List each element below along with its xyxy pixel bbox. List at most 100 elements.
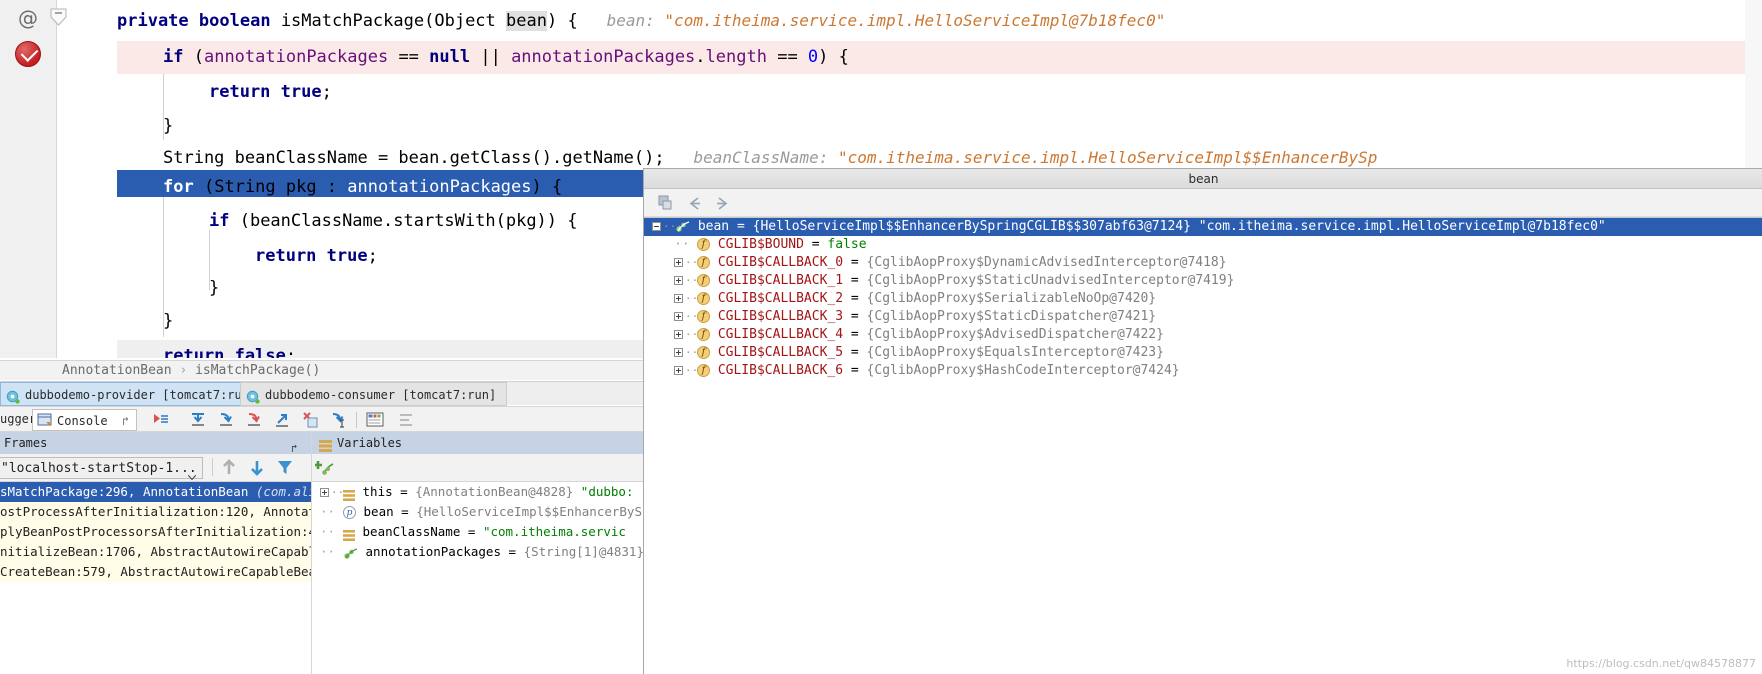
breadcrumb-class[interactable]: AnnotationBean: [62, 363, 172, 378]
forward-arrow-icon[interactable]: [712, 194, 732, 213]
console-tab-label: Console: [57, 414, 108, 428]
filter-icon[interactable]: [276, 458, 294, 477]
expand-icon[interactable]: [674, 276, 683, 285]
code-line[interactable]: return false;: [163, 340, 296, 358]
editor-fold-gutter[interactable]: [57, 0, 117, 358]
frame-row[interactable]: CreateBean:579, AbstractAutowireCapableB…: [0, 562, 311, 582]
popup-tree-body[interactable]: ··· bean = {HelloServiceImpl$$EnhancerBy…: [644, 217, 1762, 674]
frame-row[interactable]: ostProcessAfterInitialization:120, Annot…: [0, 502, 311, 522]
pin-icon[interactable]: ↱: [291, 438, 303, 455]
variable-value: {AnnotationBean@4828}: [415, 484, 574, 499]
expand-icon[interactable]: [674, 366, 683, 375]
code-token: getClass: [449, 148, 532, 168]
code-token: true: [326, 246, 368, 266]
console-tab[interactable]: Console ↱: [32, 409, 137, 431]
field-icon: f: [697, 274, 710, 287]
expand-icon[interactable]: [674, 330, 683, 339]
run-tab-provider[interactable]: dubbodemo-provider [tomcat7:run]: [0, 382, 268, 406]
step-over-icon[interactable]: [189, 411, 207, 429]
popup-toolbar[interactable]: [644, 190, 1762, 217]
thread-selector[interactable]: "localhost-startStop-1...: [0, 457, 203, 481]
code-token: annotationPackages: [203, 47, 389, 67]
breadcrumb-method[interactable]: isMatchPackage(): [195, 363, 320, 378]
verified-breakpoint-icon[interactable]: [15, 41, 41, 67]
code-line[interactable]: }: [163, 110, 173, 143]
code-line[interactable]: }: [163, 305, 173, 338]
expand-icon[interactable]: [674, 348, 683, 357]
expand-icon[interactable]: [320, 488, 329, 497]
variable-row[interactable]: ·· this = {AnnotationBean@4828} "dubbo:: [312, 482, 644, 502]
equals-sign: =: [843, 255, 867, 270]
show-execution-point-icon[interactable]: [152, 411, 170, 429]
frame-text: sMatchPackage:296, AnnotationBean: [0, 484, 256, 499]
drop-frame-icon[interactable]: [301, 411, 319, 429]
tree-row[interactable]: ···f CGLIB$CALLBACK_4 = {CglibAopProxy$A…: [644, 326, 1762, 344]
pane-splitter[interactable]: [311, 432, 312, 674]
frames-list[interactable]: sMatchPackage:296, AnnotationBean (com.a…: [0, 482, 311, 674]
step-out-icon[interactable]: [273, 411, 291, 429]
expand-icon[interactable]: [674, 294, 683, 303]
code-line[interactable]: for (String pkg : annotationPackages) {: [163, 171, 562, 204]
code-token: if: [209, 211, 230, 231]
watermark: https://blog.csdn.net/qw84578877: [1566, 657, 1756, 670]
code-token: (: [424, 11, 435, 31]
variables-list[interactable]: ·· this = {AnnotationBean@4828} "dubbo: ·…: [311, 482, 644, 674]
variable-row[interactable]: ·· p bean = {HelloServiceImpl$$EnhancerB…: [312, 502, 644, 522]
back-arrow-icon[interactable]: [685, 194, 705, 213]
code-token: private: [117, 11, 189, 31]
tree-connector: ··: [320, 544, 336, 559]
code-fold-marker-icon[interactable]: [50, 8, 67, 27]
variable-value: {HelloServiceImpl$$EnhancerBySpringCGLIB…: [752, 219, 1191, 234]
tree-row[interactable]: ··· bean = {HelloServiceImpl$$EnhancerBy…: [644, 218, 1762, 236]
tree-row[interactable]: ·· f CGLIB$BOUND = false: [644, 236, 1762, 254]
collapse-icon[interactable]: [652, 222, 661, 231]
code-line[interactable]: return true;: [255, 240, 378, 273]
frames-controls[interactable]: "localhost-startStop-1...: [0, 454, 311, 482]
tree-connector: ··: [320, 504, 336, 519]
tree-row[interactable]: ···f CGLIB$CALLBACK_5 = {CglibAopProxy$E…: [644, 344, 1762, 362]
add-watch-icon[interactable]: [315, 457, 335, 477]
run-tab-consumer[interactable]: dubbodemo-consumer [tomcat7:run]: [240, 382, 508, 406]
expand-icon[interactable]: [674, 258, 683, 267]
frame-row[interactable]: sMatchPackage:296, AnnotationBean (com.a…: [0, 482, 311, 502]
frame-package: (com.ali: [255, 484, 311, 499]
gear-icon: [6, 388, 20, 404]
force-step-into-icon[interactable]: [245, 411, 263, 429]
code-line[interactable]: return true;: [209, 76, 332, 109]
expand-icon[interactable]: [674, 312, 683, 321]
debugger-tab-label[interactable]: ugger: [0, 412, 36, 426]
tree-row[interactable]: ···f CGLIB$CALLBACK_2 = {CglibAopProxy$S…: [644, 290, 1762, 308]
settings-icon[interactable]: [398, 411, 416, 429]
up-arrow-icon[interactable]: [220, 458, 238, 477]
evaluate-expression-icon[interactable]: [366, 411, 384, 429]
step-into-icon[interactable]: [217, 411, 235, 429]
annotation-marker-icon[interactable]: @: [16, 6, 40, 30]
code-token: true: [280, 82, 322, 102]
code-line[interactable]: if (beanClassName.startsWith(pkg)) {: [209, 205, 578, 238]
variable-value: {CglibAopProxy$DynamicAdvisedInterceptor…: [866, 255, 1227, 270]
tree-connector: ···: [685, 310, 705, 323]
code-token: ||: [470, 47, 512, 67]
debugger-toolbar[interactable]: ugger Console ↱: [0, 406, 643, 432]
copy-value-icon[interactable]: [656, 194, 676, 213]
tree-row[interactable]: ···f CGLIB$CALLBACK_0 = {CglibAopProxy$D…: [644, 254, 1762, 272]
code-token: {: [557, 11, 578, 31]
variable-row[interactable]: ·· annotationPackages = {String[1]@4831}: [312, 542, 644, 562]
code-line[interactable]: private boolean isMatchPackage(Object be…: [117, 4, 1165, 37]
run-to-cursor-icon[interactable]: [329, 411, 347, 429]
frame-row[interactable]: nitializeBean:1706, AbstractAutowireCapa…: [0, 542, 311, 562]
tree-row[interactable]: ···f CGLIB$CALLBACK_1 = {CglibAopProxy$S…: [644, 272, 1762, 290]
tree-row[interactable]: ···f CGLIB$CALLBACK_3 = {CglibAopProxy$S…: [644, 308, 1762, 326]
code-token: return: [209, 82, 271, 102]
run-configuration-tabs[interactable]: dubbodemo-provider [tomcat7:run] dubbode…: [0, 381, 643, 406]
frame-row[interactable]: plyBeanPostProcessorsAfterInitialization…: [0, 522, 311, 542]
code-line[interactable]: if (annotationPackages == null || annota…: [163, 41, 849, 74]
down-arrow-icon[interactable]: [248, 458, 266, 477]
variables-pane-header: Variables: [311, 432, 643, 454]
code-line[interactable]: }: [209, 272, 219, 305]
tree-row[interactable]: ···f CGLIB$CALLBACK_6 = {CglibAopProxy$H…: [644, 362, 1762, 380]
variable-row[interactable]: ·· beanClassName = "com.itheima.servic: [312, 522, 644, 542]
variables-controls[interactable]: [311, 454, 643, 482]
bean-inspector-popup[interactable]: bean ··· bean = {HelloServiceImpl$$Enhan…: [643, 168, 1762, 674]
